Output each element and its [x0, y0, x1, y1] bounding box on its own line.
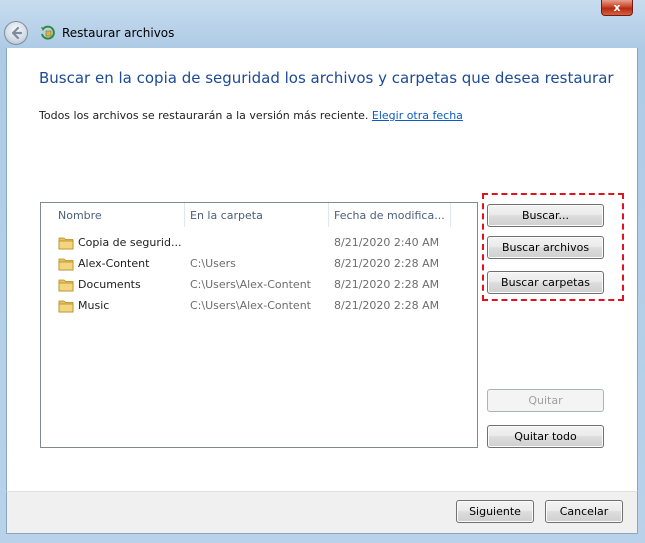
- item-date: 8/21/2020 2:28 AM: [334, 299, 440, 312]
- list-item[interactable]: Documents C:\Users\Alex-Content 8/21/202…: [41, 274, 477, 295]
- item-date: 8/21/2020 2:28 AM: [334, 257, 440, 270]
- folder-icon: [58, 257, 74, 271]
- folder-icon: [58, 236, 74, 250]
- folder-icon: [58, 278, 74, 292]
- item-folder: C:\Users: [190, 257, 236, 270]
- item-date: 8/21/2020 2:40 AM: [334, 236, 440, 249]
- info-text: Todos los archivos se restaurarán a la v…: [39, 109, 463, 122]
- item-folder: C:\Users\Alex-Content: [190, 299, 311, 312]
- search-button[interactable]: Buscar...: [487, 204, 604, 227]
- item-date: 8/21/2020 2:28 AM: [334, 278, 440, 291]
- list-item[interactable]: Copia de segurid... 8/21/2020 2:40 AM: [41, 232, 477, 253]
- search-folders-button[interactable]: Buscar carpetas: [487, 271, 604, 294]
- close-icon: x: [613, 1, 621, 14]
- item-name: Alex-Content: [78, 257, 150, 270]
- remove-all-button[interactable]: Quitar todo: [487, 425, 604, 448]
- choose-date-link[interactable]: Elegir otra fecha: [372, 109, 463, 122]
- column-header-date[interactable]: Fecha de modifica...: [329, 203, 451, 227]
- cancel-button[interactable]: Cancelar: [545, 500, 623, 523]
- column-header-name[interactable]: Nombre: [41, 203, 185, 227]
- list-header: Nombre En la carpeta Fecha de modifica..…: [41, 203, 477, 227]
- window-title: Restaurar archivos: [62, 26, 175, 40]
- info-label: Todos los archivos se restaurarán a la v…: [39, 109, 369, 122]
- file-list[interactable]: Nombre En la carpeta Fecha de modifica..…: [40, 202, 478, 448]
- footer-bar: Siguiente Cancelar: [6, 491, 638, 534]
- back-button[interactable]: [4, 21, 28, 45]
- column-header-folder[interactable]: En la carpeta: [185, 203, 329, 227]
- main-content: Buscar en la copia de seguridad los arch…: [6, 48, 638, 491]
- item-name: Music: [78, 299, 110, 312]
- title-bar: Restaurar archivos: [0, 18, 645, 48]
- next-button[interactable]: Siguiente: [456, 500, 534, 523]
- close-button[interactable]: x: [601, 0, 633, 16]
- folder-icon: [58, 299, 74, 313]
- item-name: Copia de segurid...: [78, 236, 182, 249]
- back-arrow-icon: [11, 26, 23, 40]
- restore-files-icon: [40, 25, 56, 41]
- item-name: Documents: [78, 278, 141, 291]
- item-folder: C:\Users\Alex-Content: [190, 278, 311, 291]
- remove-button[interactable]: Quitar: [487, 389, 604, 412]
- search-files-button[interactable]: Buscar archivos: [487, 236, 604, 259]
- page-heading: Buscar en la copia de seguridad los arch…: [39, 69, 614, 87]
- list-rows: Copia de segurid... 8/21/2020 2:40 AM Al…: [41, 232, 477, 316]
- list-item[interactable]: Alex-Content C:\Users 8/21/2020 2:28 AM: [41, 253, 477, 274]
- list-item[interactable]: Music C:\Users\Alex-Content 8/21/2020 2:…: [41, 295, 477, 316]
